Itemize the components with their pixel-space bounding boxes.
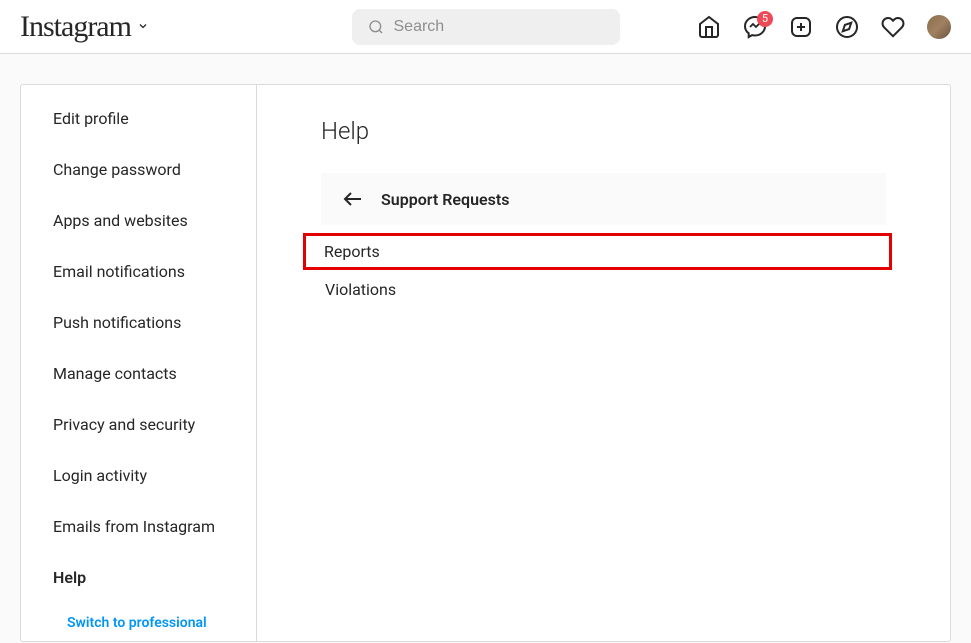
- sidebar-item-edit-profile[interactable]: Edit profile: [21, 85, 256, 144]
- option-violations[interactable]: Violations: [321, 272, 886, 307]
- search-input[interactable]: [394, 18, 604, 36]
- sidebar-item-email-notifications[interactable]: Email notifications: [21, 246, 256, 297]
- highlight-box: Reports: [303, 233, 892, 270]
- search-icon: [368, 19, 384, 35]
- option-reports[interactable]: Reports: [324, 242, 885, 261]
- sidebar-item-push-notifications[interactable]: Push notifications: [21, 297, 256, 348]
- instagram-logo: Instagram: [20, 10, 131, 44]
- messenger-icon[interactable]: 5: [743, 15, 767, 39]
- switch-professional-link[interactable]: Switch to professional: [21, 603, 256, 643]
- back-arrow-icon[interactable]: [341, 187, 365, 211]
- home-icon[interactable]: [697, 15, 721, 39]
- support-requests-title: Support Requests: [381, 190, 509, 209]
- settings-panel: Edit profile Change password Apps and we…: [20, 84, 951, 642]
- main-content: Help Support Requests Reports Violations: [257, 85, 950, 641]
- sidebar-item-login-activity[interactable]: Login activity: [21, 450, 256, 501]
- page-title: Help: [321, 117, 886, 145]
- new-post-icon[interactable]: [789, 15, 813, 39]
- avatar[interactable]: [927, 15, 951, 39]
- sidebar-item-privacy-security[interactable]: Privacy and security: [21, 399, 256, 450]
- sidebar-item-help[interactable]: Help: [21, 552, 256, 603]
- activity-icon[interactable]: [881, 15, 905, 39]
- settings-sidebar: Edit profile Change password Apps and we…: [21, 85, 257, 641]
- messenger-badge: 5: [757, 11, 773, 27]
- sidebar-item-manage-contacts[interactable]: Manage contacts: [21, 348, 256, 399]
- chevron-down-icon: [137, 17, 149, 36]
- top-nav: Instagram 5: [0, 0, 971, 54]
- content-wrap: Edit profile Change password Apps and we…: [0, 54, 971, 642]
- sidebar-item-emails-instagram[interactable]: Emails from Instagram: [21, 501, 256, 552]
- sidebar-item-change-password[interactable]: Change password: [21, 144, 256, 195]
- logo-wrap[interactable]: Instagram: [20, 10, 149, 44]
- explore-icon[interactable]: [835, 15, 859, 39]
- nav-icons: 5: [697, 15, 951, 39]
- search-box[interactable]: [352, 9, 620, 45]
- sidebar-item-apps-websites[interactable]: Apps and websites: [21, 195, 256, 246]
- support-requests-header: Support Requests: [321, 173, 886, 225]
